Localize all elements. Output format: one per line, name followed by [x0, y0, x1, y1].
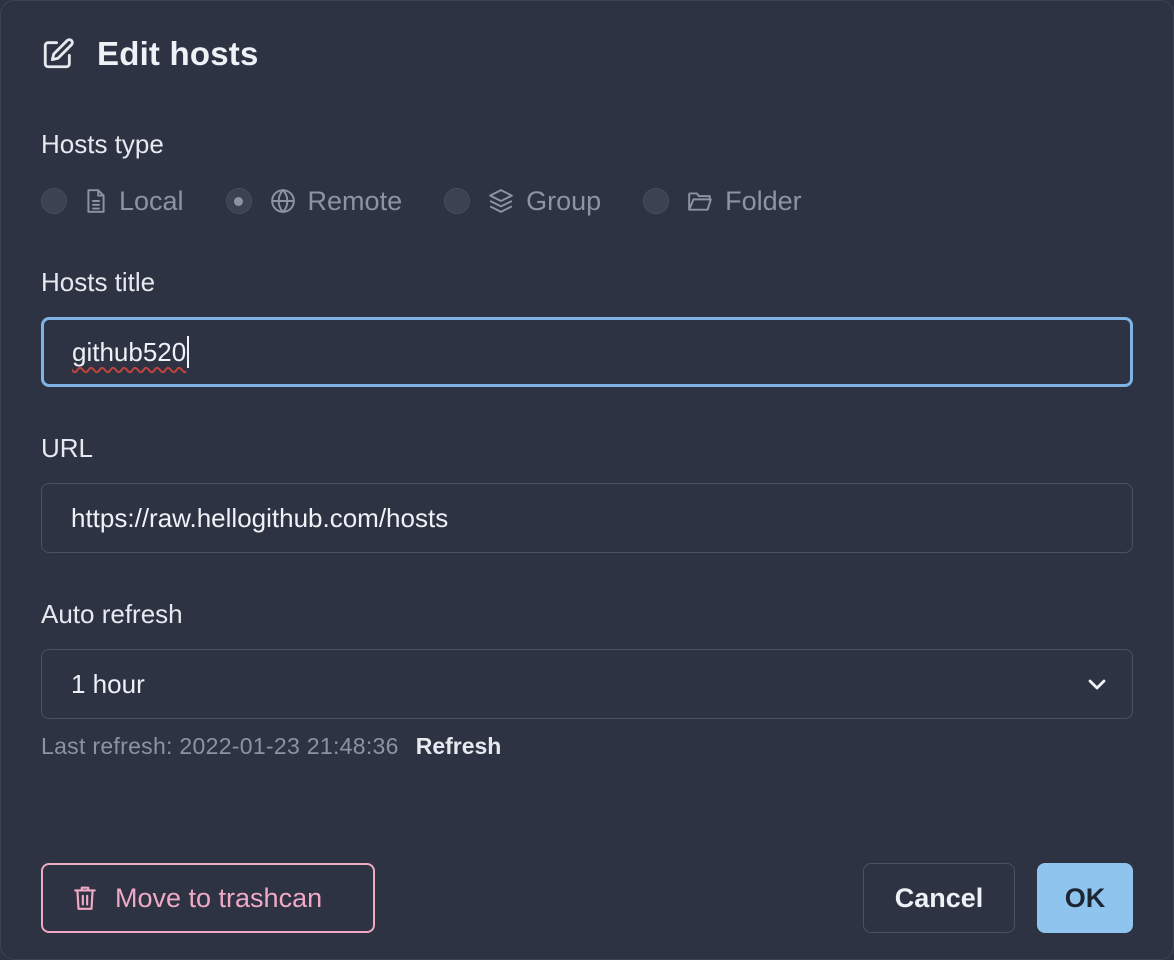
radio-label-local: Local [119, 185, 184, 216]
refresh-button[interactable]: Refresh [416, 733, 502, 760]
trash-icon [73, 885, 97, 911]
radio-button-group[interactable] [444, 188, 471, 214]
edit-hosts-dialog: Edit hosts Hosts type Local Remote Group… [0, 0, 1174, 960]
radio-option-folder[interactable]: Folder [643, 186, 802, 217]
url-input[interactable]: https://raw.hellogithub.com/hosts [41, 483, 1133, 553]
radio-option-group[interactable]: Group [444, 186, 601, 217]
cancel-button[interactable]: Cancel [863, 863, 1015, 933]
chevron-down-icon [1086, 677, 1108, 691]
radio-label-remote: Remote [307, 185, 403, 216]
layers-icon [488, 188, 514, 214]
dialog-title: Edit hosts [97, 35, 259, 72]
hosts-type-label: Hosts type [41, 129, 164, 159]
move-to-trashcan-button[interactable]: Move to trashcan [41, 863, 375, 933]
radio-button-folder[interactable] [643, 188, 670, 214]
ok-button[interactable]: OK [1037, 863, 1133, 933]
edit-icon [41, 37, 75, 71]
url-value: https://raw.hellogithub.com/hosts [71, 502, 449, 533]
hosts-title-value: github520 [72, 336, 187, 367]
radio-option-remote[interactable]: Remote [225, 185, 403, 217]
radio-label-folder: Folder [725, 185, 802, 216]
auto-refresh-select[interactable]: 1 hour [41, 649, 1133, 719]
last-refresh-text: Last refresh: 2022-01-23 21:48:36 [41, 733, 399, 759]
radio-button-remote[interactable] [225, 188, 252, 214]
radio-option-local[interactable]: Local [41, 186, 184, 217]
text-caret [187, 336, 190, 368]
folder-icon [687, 189, 713, 213]
auto-refresh-label: Auto refresh [41, 599, 183, 629]
auto-refresh-value: 1 hour [71, 668, 145, 699]
url-label: URL [41, 433, 94, 463]
dialog-header: Edit hosts [41, 35, 259, 73]
file-icon [85, 188, 107, 214]
hosts-title-label: Hosts title [41, 267, 156, 297]
trash-label: Move to trashcan [115, 882, 323, 913]
refresh-row: Last refresh: 2022-01-23 21:48:36 Refres… [41, 733, 501, 760]
globe-icon [270, 188, 296, 214]
hosts-title-input[interactable]: github520 [41, 317, 1133, 387]
radio-button-local[interactable] [41, 188, 67, 214]
hosts-type-radio-group: Local Remote Group Folder [41, 183, 844, 219]
radio-label-group: Group [526, 185, 602, 216]
